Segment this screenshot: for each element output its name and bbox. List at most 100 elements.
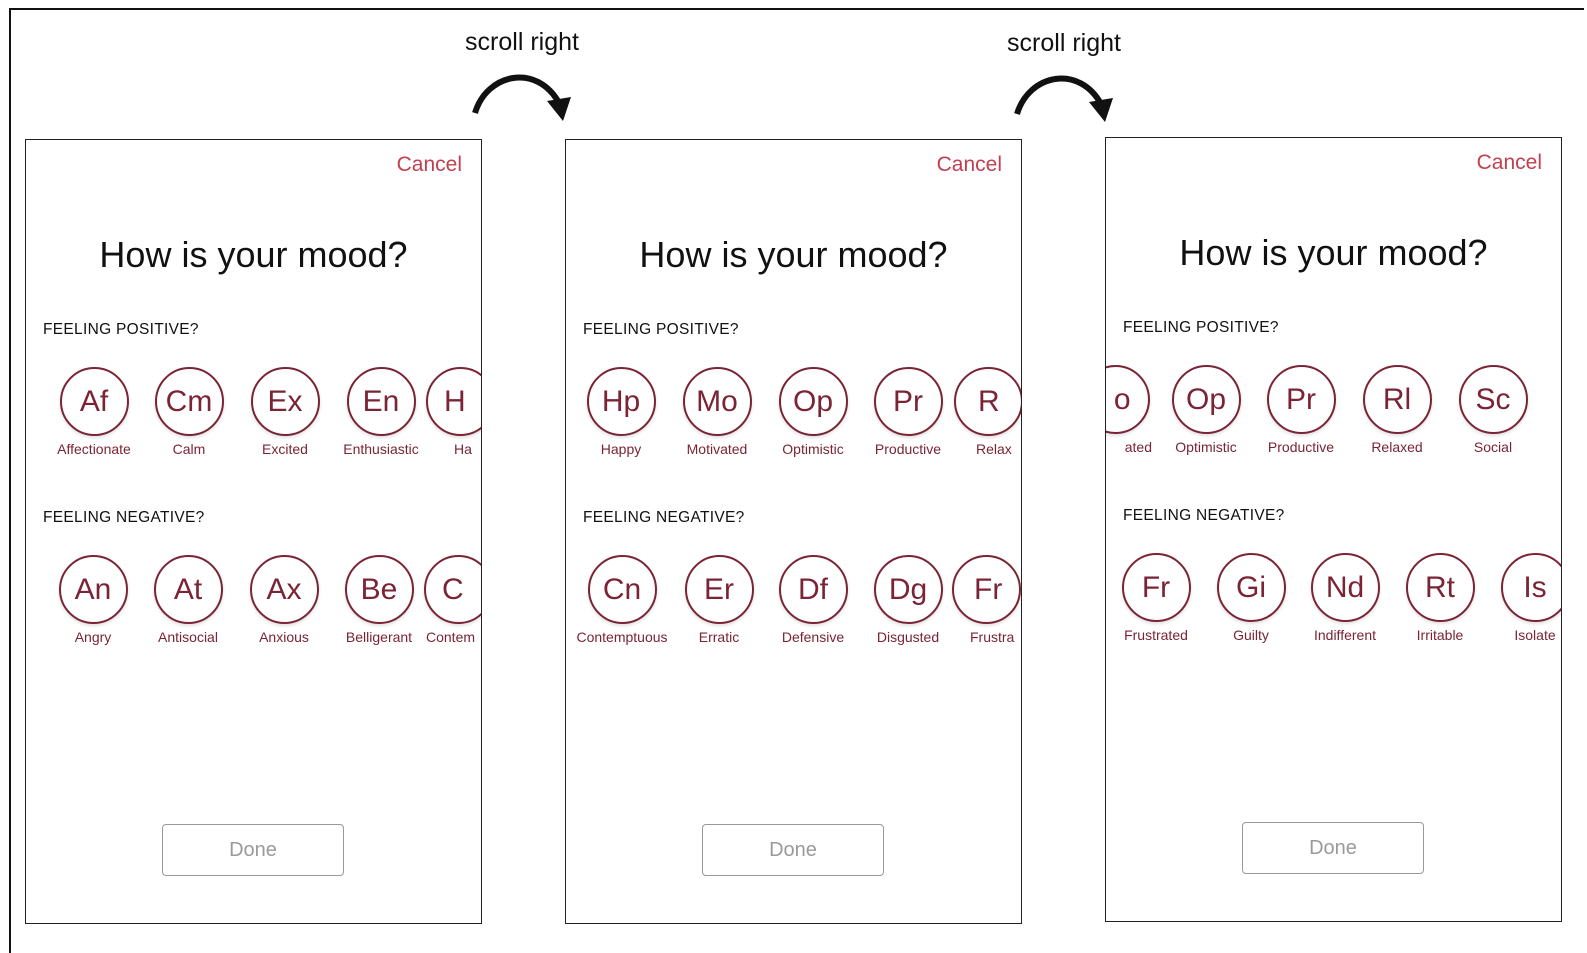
page-title: How is your mood? [1179,232,1488,273]
mood-chip[interactable]: Mo Motivated [667,367,767,457]
mood-chip[interactable]: H Ha [426,367,481,457]
mood-chip-circle: Fr [1121,553,1191,622]
positive-mood-row[interactable]: Hp Happy Mo Motivated Op Optimistic Pr P… [566,367,1021,467]
mood-chip-label: Optimistic [1175,439,1237,455]
cancel-button[interactable]: Cancel [1477,151,1542,175]
scroll-hint-1: scroll right [432,28,612,121]
mood-chip[interactable]: Pr Productive [1251,365,1351,455]
page-title: How is your mood? [639,234,948,275]
mood-chip-label: Disgusted [876,629,940,645]
mood-chip-label: Productive [1267,439,1335,455]
mood-chip[interactable]: An Angry [43,555,143,645]
mood-chip[interactable]: Er Erratic [669,555,769,645]
mood-chip-circle: Ex [250,367,320,436]
mood-chip[interactable]: Hp Happy [571,367,671,457]
scroll-hint-1-caption: scroll right [465,28,579,56]
mood-chip-label: Angry [74,629,112,645]
mood-chip-label: Defensive [781,629,845,645]
mood-chip-circle: Is [1500,553,1561,622]
mood-chip[interactable]: Cm Calm [139,367,239,457]
mood-chip-label: Relax [976,441,1012,457]
mood-chip-label: Antisocial [158,629,218,645]
mood-chip[interactable]: Sc Social [1443,365,1543,455]
mood-chip[interactable]: Fr Frustra [952,555,1021,645]
done-button[interactable]: Done [702,824,884,876]
mood-chip-label: Irritable [1416,627,1464,643]
mood-chip[interactable]: Nd Indifferent [1295,553,1395,643]
done-button[interactable]: Done [162,824,344,876]
mood-chip-circle: Af [59,367,129,436]
positive-section-label: FEELING POSITIVE? [1123,319,1279,336]
mood-chip-label: Indifferent [1313,627,1376,643]
mood-chip-circle: En [346,367,416,436]
mood-chip-label: Isolate [1514,627,1556,643]
mood-chip-circle: Rt [1405,553,1475,622]
mood-chip-circle: o [1106,365,1150,434]
mood-screen-2: Cancel How is your mood? FEELING POSITIV… [565,139,1022,924]
mood-chip-circle: Cn [587,555,657,624]
mood-chip[interactable]: Rl Relaxed [1347,365,1447,455]
mood-chip[interactable]: Cn Contemptuous [572,555,672,645]
positive-mood-row[interactable]: Af Affectionate Cm Calm Ex Excited En En… [26,367,481,467]
mood-chip[interactable]: Fr Frustrated [1106,553,1206,643]
mood-chip-circle: Be [344,555,414,624]
negative-mood-row[interactable]: Fr Frustrated Gi Guilty Nd Indifferent R… [1106,553,1561,653]
mood-chip-label: Relaxed [1371,439,1423,455]
mood-chip[interactable]: Pr Productive [858,367,958,457]
mood-chip-circle: Er [684,555,754,624]
positive-section-label: FEELING POSITIVE? [43,321,199,338]
mood-chip-label: Calm [172,441,206,457]
negative-mood-row[interactable]: An Angry At Antisocial Ax Anxious Be Bel… [26,555,481,655]
mood-chip-label: Frustrated [1124,627,1188,643]
mood-chip-circle: Op [1171,365,1241,434]
mood-chip-circle: Df [778,555,848,624]
mood-chip-label: Ha [454,441,472,457]
mood-chip[interactable]: Df Defensive [763,555,863,645]
mood-chip-circle: Cm [154,367,224,436]
mood-chip-circle: An [58,555,128,624]
mood-chip[interactable]: Op Optimistic [763,367,863,457]
cancel-button[interactable]: Cancel [397,153,462,177]
mood-chip-circle: Hp [586,367,656,436]
mood-chip[interactable]: R Relax [954,367,1021,457]
mood-chip-circle: C [424,555,481,624]
mood-chip[interactable]: Ex Excited [235,367,335,457]
scroll-hint-2-caption: scroll right [1007,29,1121,57]
mood-chip[interactable]: Dg Disgusted [858,555,958,645]
mood-chip[interactable]: Gi Guilty [1201,553,1301,643]
cancel-button[interactable]: Cancel [937,153,1002,177]
curved-arrow-icon [472,74,571,121]
mood-chip[interactable]: Is Isolate [1485,553,1561,643]
scroll-hint-2: scroll right [974,29,1154,122]
mood-chip-circle: Sc [1458,365,1528,434]
mood-chip-label: Productive [874,441,942,457]
positive-mood-row[interactable]: o ated Op Optimistic Pr Productive Rl Re… [1106,365,1561,465]
mood-chip[interactable]: En Enthusiastic [331,367,431,457]
mood-chip-circle: Dg [873,555,943,624]
mood-chip-label: Motivated [686,441,748,457]
mood-chip[interactable]: Op Optimistic [1156,365,1256,455]
mood-chip-label: Social [1473,439,1513,455]
mood-chip-circle: Fr [952,555,1021,624]
mood-chip[interactable]: C Contem [424,555,481,645]
mood-chip[interactable]: At Antisocial [138,555,238,645]
mood-chip-label: Affectionate [57,441,131,457]
mood-chip[interactable]: Af Affectionate [44,367,144,457]
mood-chip[interactable]: Ax Anxious [234,555,334,645]
negative-section-label: FEELING NEGATIVE? [583,509,745,526]
mood-chip[interactable]: Be Belligerant [329,555,429,645]
mood-chip-label: Belligerant [345,629,413,645]
mood-chip-circle: H [426,367,481,436]
negative-mood-row[interactable]: Cn Contemptuous Er Erratic Df Defensive … [566,555,1021,655]
mood-chip[interactable]: Rt Irritable [1390,553,1490,643]
mood-chip-circle: Ax [249,555,319,624]
done-button[interactable]: Done [1242,822,1424,874]
mood-chip-label: Enthusiastic [343,441,419,457]
negative-section-label: FEELING NEGATIVE? [1123,507,1285,524]
mood-chip-label: Guilty [1233,627,1269,643]
mood-chip-label: Anxious [259,629,309,645]
mood-chip-circle: Gi [1216,553,1286,622]
negative-section-label: FEELING NEGATIVE? [43,509,205,526]
mood-chip-label: Frustra [970,629,1015,645]
page-title: How is your mood? [99,234,408,275]
